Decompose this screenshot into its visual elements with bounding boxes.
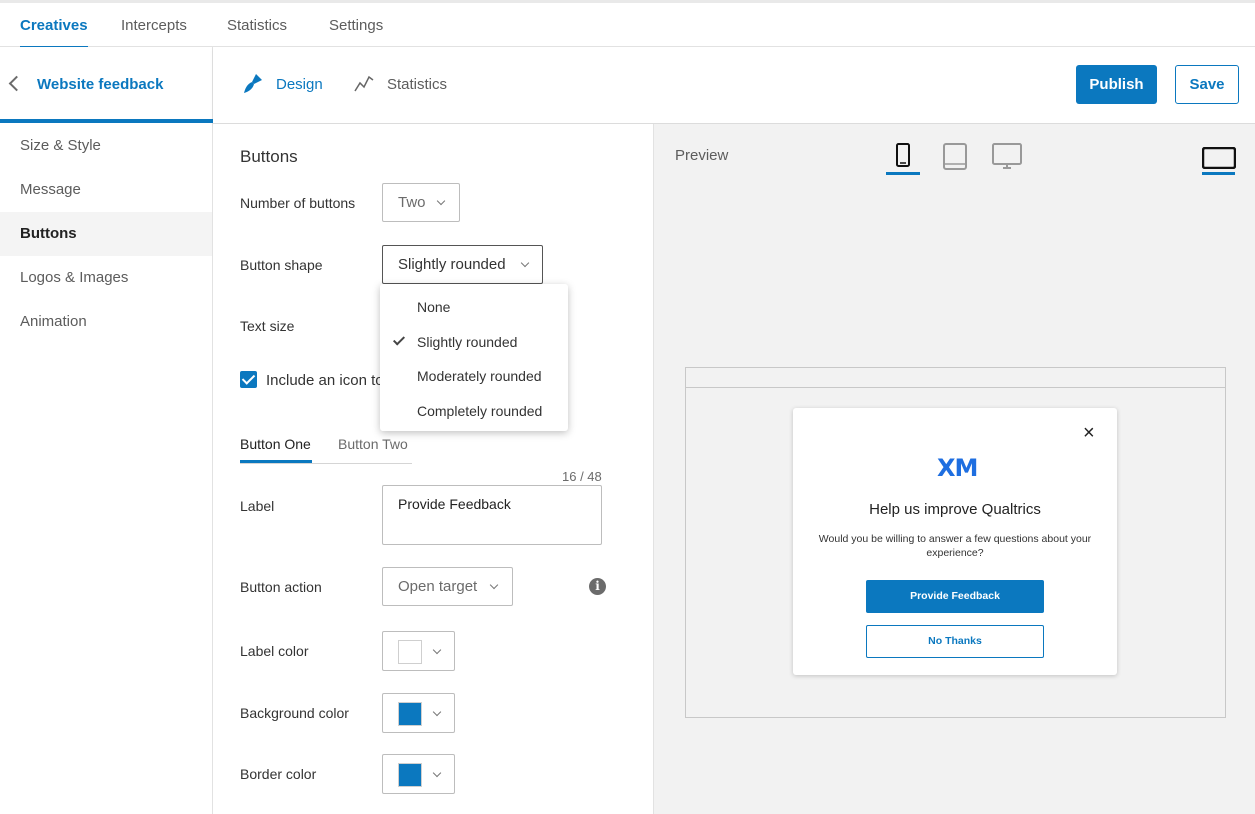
phone-icon[interactable] [895, 143, 911, 169]
chevron-down-icon [489, 580, 499, 590]
button-action-value: Open target [398, 578, 478, 595]
number-of-buttons-label: Number of buttons [240, 195, 356, 211]
background-color-swatch [398, 702, 422, 726]
phone-active-indicator [886, 172, 920, 175]
text-size-label: Text size [240, 318, 295, 334]
label-color-picker[interactable] [382, 631, 455, 671]
no-thanks-button[interactable]: No Thanks [866, 625, 1044, 658]
include-icon-checkbox[interactable] [240, 371, 257, 388]
section-heading: Buttons [240, 147, 298, 166]
sidebar: Website feedback Size & Style Message Bu… [0, 47, 213, 814]
xm-logo: XM [937, 454, 978, 482]
label-field-label: Label [240, 498, 275, 514]
chevron-down-icon [432, 645, 442, 655]
desktop-icon[interactable] [992, 143, 1022, 171]
border-color-label: Border color [240, 766, 317, 782]
tab-button-one[interactable]: Button One [240, 436, 311, 452]
label-color-swatch [398, 640, 422, 664]
label-color-label: Label color [240, 643, 309, 659]
button-shape-label: Button shape [240, 257, 323, 273]
preview-label: Preview [675, 147, 729, 164]
tab-intercepts[interactable]: Intercepts [121, 17, 187, 34]
info-icon[interactable]: i [589, 578, 606, 595]
tab-settings[interactable]: Settings [329, 17, 383, 34]
sidebar-item-buttons[interactable]: Buttons [0, 212, 212, 256]
menu-item-moderately-rounded[interactable]: Moderately rounded [417, 368, 542, 384]
chevron-left-icon[interactable] [8, 75, 25, 92]
checkmark-icon [392, 333, 406, 346]
active-tab-indicator [240, 460, 312, 463]
buttons-settings-panel: Buttons Number of buttons Two Button sha… [213, 124, 653, 814]
publish-button[interactable]: Publish [1076, 65, 1157, 104]
tab-button-two[interactable]: Button Two [338, 436, 408, 452]
menu-item-completely-rounded[interactable]: Completely rounded [417, 403, 542, 419]
border-color-picker[interactable] [382, 754, 455, 794]
sidebar-item-logos-images[interactable]: Logos & Images [0, 256, 212, 300]
button-action-label: Button action [240, 579, 322, 595]
card-title: Help us improve Qualtrics [869, 501, 1041, 518]
chevron-down-icon [432, 707, 442, 717]
feedback-card: × XM Help us improve Qualtrics Would you… [793, 408, 1117, 675]
chevron-down-icon [520, 258, 530, 268]
tab-design[interactable]: Design [276, 76, 323, 93]
include-icon-label: Include an icon to [266, 372, 384, 389]
sidebar-item-size-style[interactable]: Size & Style [0, 124, 212, 168]
button-shape-select[interactable]: Slightly rounded [382, 245, 543, 284]
tab-creatives[interactable]: Creatives [20, 17, 88, 49]
background-color-label: Background color [240, 705, 349, 721]
button-label-input[interactable]: Provide Feedback [382, 485, 602, 545]
tablet-icon[interactable] [943, 143, 967, 171]
sidebar-item-animation[interactable]: Animation [0, 300, 212, 344]
browser-bar [686, 368, 1225, 388]
tab-statistics[interactable]: Statistics [227, 17, 287, 34]
card-description: Would you be willing to answer a few que… [818, 533, 1092, 559]
menu-item-none[interactable]: None [417, 299, 450, 315]
back-to-project[interactable]: Website feedback [0, 47, 213, 123]
button-shape-value: Slightly rounded [398, 256, 506, 273]
project-title[interactable]: Website feedback [37, 76, 163, 93]
number-of-buttons-select[interactable]: Two [382, 183, 460, 222]
close-icon[interactable]: × [1083, 423, 1095, 443]
number-of-buttons-value: Two [398, 194, 426, 211]
character-counter: 16 / 48 [562, 469, 602, 484]
paintbrush-icon [244, 74, 262, 93]
editor-header: Design Statistics Publish Save [213, 47, 1255, 124]
chevron-down-icon [432, 768, 442, 778]
save-button[interactable]: Save [1175, 65, 1239, 104]
sidebar-item-message[interactable]: Message [0, 168, 212, 212]
button-action-select[interactable]: Open target [382, 567, 513, 606]
preview-pane: Preview × XM Help us improve Qualtrics W… [653, 124, 1255, 814]
laptop-active-indicator [1202, 172, 1235, 175]
menu-item-slightly-rounded[interactable]: Slightly rounded [417, 334, 517, 350]
laptop-icon[interactable] [1202, 147, 1236, 169]
chevron-down-icon [436, 196, 446, 206]
border-color-swatch [398, 763, 422, 787]
top-nav: Creatives Intercepts Statistics Settings [0, 0, 1255, 49]
button-subtabs: Button One Button Two [240, 434, 412, 464]
button-shape-menu: None Slightly rounded Moderately rounded… [380, 284, 568, 431]
line-chart-icon [354, 75, 374, 92]
provide-feedback-button[interactable]: Provide Feedback [866, 580, 1044, 613]
tab-statistics-editor[interactable]: Statistics [387, 76, 447, 93]
background-color-picker[interactable] [382, 693, 455, 733]
